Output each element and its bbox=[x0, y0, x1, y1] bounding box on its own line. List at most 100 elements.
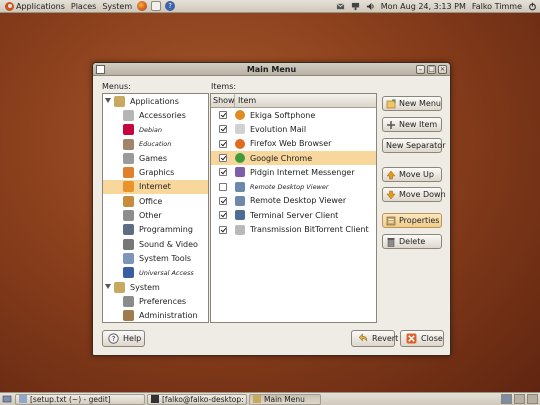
system-icon bbox=[114, 281, 125, 293]
revert-button[interactable]: Revert bbox=[351, 330, 398, 347]
item-row[interactable]: Terminal Server Client bbox=[211, 208, 376, 222]
expander-arrow-icon[interactable] bbox=[105, 283, 111, 289]
new-item-label: New Item bbox=[399, 120, 438, 129]
places-menu[interactable]: Places bbox=[68, 0, 99, 13]
menu-tree-item[interactable]: Accessories bbox=[103, 108, 208, 122]
workspace-2[interactable] bbox=[514, 394, 525, 404]
taskbar-button[interactable]: [falko@falko-desktop: ... bbox=[147, 393, 247, 405]
clock[interactable]: Mon Aug 24, 3:13 PM bbox=[378, 0, 469, 13]
menu-tree-item-label: Other bbox=[139, 211, 162, 221]
item-row[interactable]: Evolution Mail bbox=[211, 122, 376, 136]
move-down-button[interactable]: Move Down bbox=[382, 187, 446, 202]
items-label: Items: bbox=[211, 82, 237, 91]
gedit-icon bbox=[19, 395, 27, 403]
remote-desktop-icon bbox=[235, 181, 245, 192]
show-checkbox[interactable] bbox=[219, 111, 227, 120]
mail-indicator-icon[interactable] bbox=[336, 2, 345, 11]
items-list[interactable]: Show Item Ekiga Softphone Evolution Mail F… bbox=[210, 93, 377, 323]
item-row-label: Google Chrome bbox=[250, 153, 313, 163]
applications-menu[interactable]: Applications bbox=[0, 0, 68, 13]
expander-arrow-icon[interactable] bbox=[105, 98, 111, 103]
new-separator-button[interactable]: New Separator bbox=[382, 138, 446, 153]
applications-menu-label: Applications bbox=[16, 1, 65, 11]
help-button[interactable]: ? Help bbox=[102, 330, 145, 347]
properties-button[interactable]: Properties bbox=[382, 213, 442, 228]
ekiga-icon bbox=[235, 110, 245, 121]
menus-tree[interactable]: Applications Accessories Debian Education Ga… bbox=[102, 93, 209, 323]
menu-tree-item[interactable]: Universal Access bbox=[103, 266, 208, 280]
email-launcher-icon[interactable] bbox=[151, 1, 162, 11]
new-menu-label: New Menu bbox=[399, 99, 441, 108]
titlebar[interactable]: Main Menu – □ × bbox=[93, 63, 450, 76]
properties-label: Properties bbox=[399, 216, 440, 225]
menu-tree-item[interactable]: Games bbox=[103, 151, 208, 165]
item-row[interactable]: Ekiga Softphone bbox=[211, 108, 376, 122]
games-icon bbox=[123, 152, 134, 164]
column-header-item[interactable]: Item bbox=[235, 94, 256, 107]
ubuntu-logo-icon bbox=[5, 1, 14, 11]
graphics-icon bbox=[123, 167, 134, 179]
firefox-launcher-icon[interactable] bbox=[137, 1, 148, 11]
minimize-button[interactable]: – bbox=[416, 65, 425, 74]
show-checkbox[interactable] bbox=[219, 182, 227, 191]
new-item-button[interactable]: New Item bbox=[382, 117, 442, 132]
menu-tree-item[interactable]: Office bbox=[103, 194, 208, 208]
taskbar-button[interactable]: [setup.txt (~) - gedit] bbox=[15, 393, 145, 405]
show-checkbox[interactable] bbox=[219, 168, 227, 177]
new-separator-label: New Separator bbox=[386, 141, 446, 150]
move-up-button[interactable]: Move Up bbox=[382, 167, 442, 182]
menu-tree-item[interactable]: Administration bbox=[103, 308, 208, 322]
revert-icon bbox=[358, 333, 368, 342]
item-row[interactable]: Google Chrome bbox=[211, 150, 376, 166]
show-checkbox[interactable] bbox=[219, 154, 227, 163]
column-header-show[interactable]: Show bbox=[211, 94, 235, 107]
help-launcher-icon[interactable]: ? bbox=[165, 1, 176, 11]
close-window-button[interactable]: × bbox=[438, 65, 447, 74]
menu-tree-item-label: Applications bbox=[130, 96, 179, 106]
menu-tree-item[interactable]: Internet bbox=[103, 179, 208, 195]
show-checkbox[interactable] bbox=[219, 139, 227, 148]
close-button[interactable]: Close bbox=[400, 330, 444, 347]
menu-tree-item[interactable]: Sound & Video bbox=[103, 237, 208, 251]
menu-tree-item[interactable]: Programming bbox=[103, 223, 208, 237]
menu-tree-item[interactable]: Preferences bbox=[103, 294, 208, 308]
item-row[interactable]: Transmission BitTorrent Client bbox=[211, 222, 376, 236]
delete-button[interactable]: Delete bbox=[382, 234, 442, 249]
menu-tree-item-label: Office bbox=[139, 196, 163, 206]
item-row[interactable]: Remote Desktop Viewer bbox=[211, 179, 376, 193]
workspace-1[interactable] bbox=[501, 394, 512, 404]
show-checkbox[interactable] bbox=[219, 225, 227, 234]
power-icon[interactable] bbox=[528, 2, 537, 11]
item-row-label: Pidgin Internet Messenger bbox=[250, 167, 355, 177]
maximize-button[interactable]: □ bbox=[427, 65, 436, 74]
accessories-icon bbox=[123, 109, 134, 121]
menu-tree-item[interactable]: Debian bbox=[103, 123, 208, 137]
help-icon: ? bbox=[108, 333, 119, 344]
show-desktop-icon[interactable] bbox=[2, 394, 12, 404]
menu-tree-item-label: Programming bbox=[139, 225, 193, 235]
menus-label: Menus: bbox=[102, 82, 131, 91]
network-icon[interactable] bbox=[351, 2, 360, 11]
volume-icon[interactable] bbox=[366, 2, 375, 11]
taskbar-button[interactable]: Main Menu bbox=[249, 393, 321, 405]
new-item-icon bbox=[387, 120, 395, 129]
menu-tree-item[interactable]: System bbox=[103, 280, 208, 294]
menu-tree-item[interactable]: Other bbox=[103, 208, 208, 222]
debian-icon bbox=[123, 124, 134, 136]
item-row[interactable]: Remote Desktop Viewer bbox=[211, 194, 376, 208]
system-menu[interactable]: System bbox=[99, 0, 135, 13]
new-menu-button[interactable]: New Menu bbox=[382, 96, 442, 111]
menu-tree-item[interactable]: Graphics bbox=[103, 165, 208, 179]
show-checkbox[interactable] bbox=[219, 211, 227, 220]
menu-tree-item[interactable]: Applications bbox=[103, 94, 208, 108]
trash-applet[interactable] bbox=[527, 394, 538, 404]
delete-label: Delete bbox=[399, 237, 426, 246]
item-row[interactable]: Pidgin Internet Messenger bbox=[211, 165, 376, 179]
show-checkbox[interactable] bbox=[219, 196, 227, 205]
menu-tree-item[interactable]: System Tools bbox=[103, 251, 208, 265]
user-switcher[interactable]: Falko Timme bbox=[469, 0, 525, 13]
menu-tree-item[interactable]: Education bbox=[103, 137, 208, 151]
show-checkbox[interactable] bbox=[219, 125, 227, 134]
svg-text:?: ? bbox=[112, 334, 116, 343]
item-row[interactable]: Firefox Web Browser bbox=[211, 137, 376, 151]
